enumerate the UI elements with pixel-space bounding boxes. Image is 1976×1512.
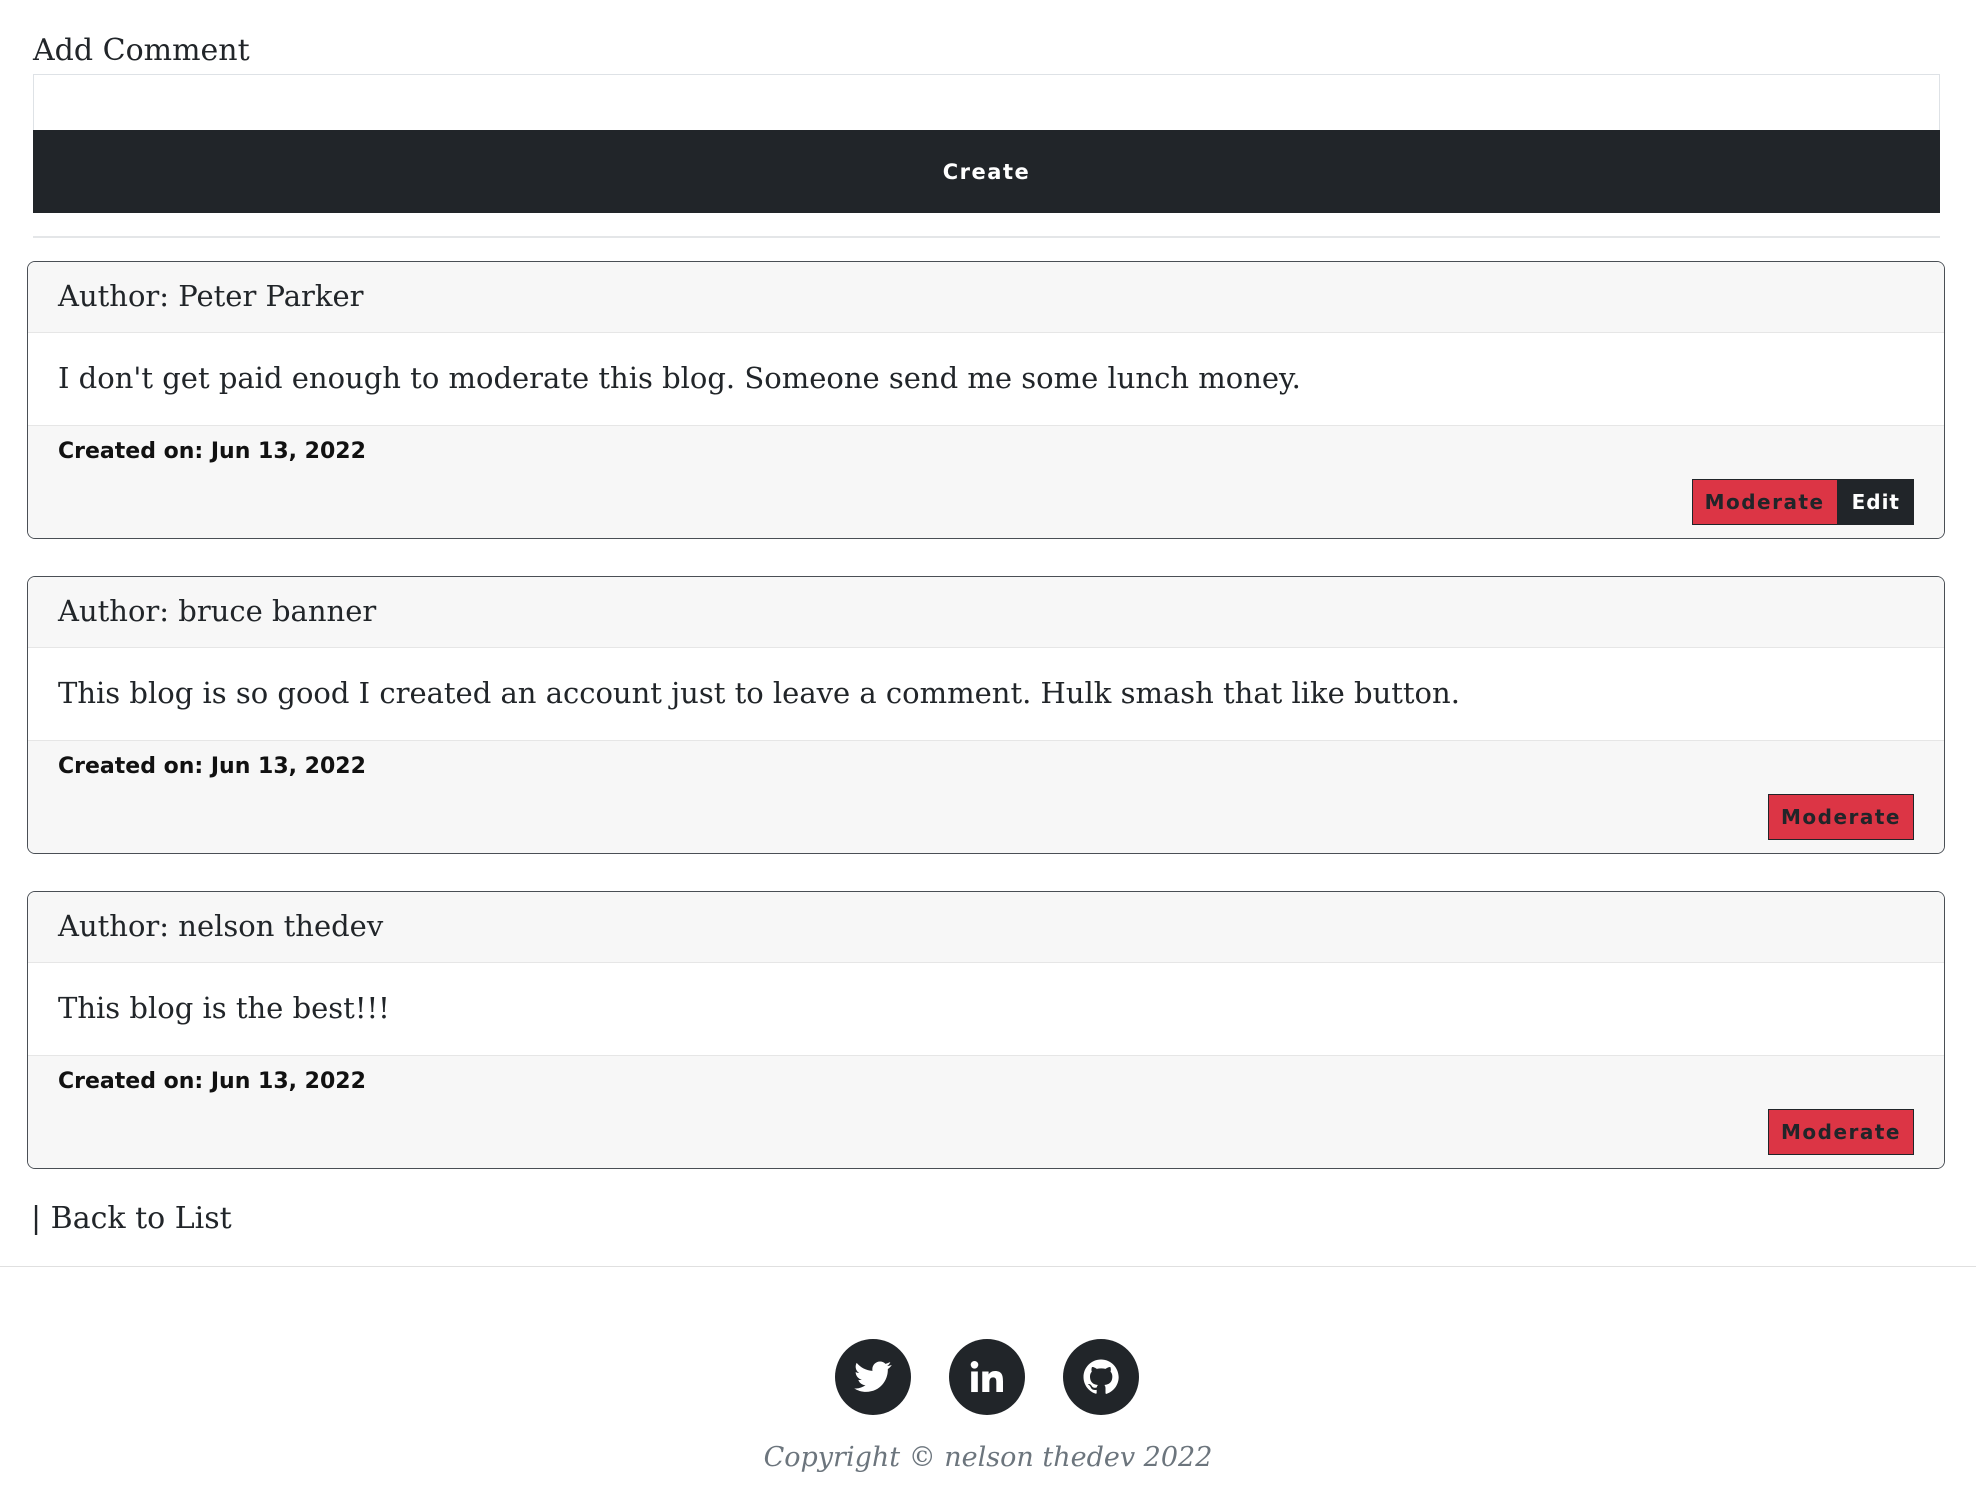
comment-header: Author: Peter Parker bbox=[28, 262, 1944, 333]
comment-created-date: Created on: Jun 13, 2022 bbox=[58, 439, 366, 464]
form-divider bbox=[33, 236, 1940, 238]
comment-created-date: Created on: Jun 13, 2022 bbox=[58, 1069, 366, 1094]
comment-actions: Moderate bbox=[1767, 794, 1914, 840]
comment-footer: Created on: Jun 13, 2022 Moderate bbox=[28, 741, 1944, 853]
linkedin-link[interactable] bbox=[949, 1339, 1025, 1415]
comment-input[interactable] bbox=[33, 74, 1940, 130]
linkedin-icon bbox=[970, 1361, 1003, 1393]
create-button[interactable]: Create bbox=[33, 130, 1940, 213]
comment-card: Author: nelson thedev This blog is the b… bbox=[27, 891, 1945, 1169]
comment-actions: Moderate bbox=[1767, 1109, 1914, 1155]
comment-text: This blog is so good I created an accoun… bbox=[58, 676, 1460, 710]
edit-button[interactable]: Edit bbox=[1837, 479, 1914, 525]
comment-actions: Moderate Edit bbox=[1691, 479, 1914, 525]
comment-card: Author: Peter Parker I don't get paid en… bbox=[27, 261, 1945, 539]
twitter-link[interactable] bbox=[835, 1339, 911, 1415]
comment-footer: Created on: Jun 13, 2022 Moderate Edit bbox=[28, 426, 1944, 538]
twitter-icon bbox=[854, 1361, 892, 1392]
moderate-button[interactable]: Moderate bbox=[1767, 794, 1914, 840]
comment-body: This blog is so good I created an accoun… bbox=[28, 648, 1944, 741]
github-link[interactable] bbox=[1063, 1339, 1139, 1415]
comment-text: This blog is the best!!! bbox=[58, 991, 390, 1025]
comment-header: Author: bruce banner bbox=[28, 577, 1944, 648]
copyright-text: Copyright © nelson thedev 2022 bbox=[763, 1442, 1213, 1473]
moderate-button[interactable]: Moderate bbox=[1691, 479, 1838, 525]
comment-body: I don't get paid enough to moderate this… bbox=[28, 333, 1944, 426]
comment-author: Author: Peter Parker bbox=[58, 279, 364, 313]
comment-body: This blog is the best!!! bbox=[28, 963, 1944, 1056]
comment-footer: Created on: Jun 13, 2022 Moderate bbox=[28, 1056, 1944, 1168]
comment-author: Author: bruce banner bbox=[58, 594, 377, 628]
comment-author: Author: nelson thedev bbox=[58, 909, 384, 943]
comment-text: I don't get paid enough to moderate this… bbox=[58, 361, 1301, 395]
back-to-list-link[interactable]: | Back to List bbox=[31, 1199, 232, 1239]
footer-divider bbox=[0, 1266, 1976, 1267]
add-comment-label: Add Comment bbox=[33, 33, 250, 68]
comment-header: Author: nelson thedev bbox=[28, 892, 1944, 963]
github-icon bbox=[1083, 1359, 1119, 1394]
comment-card: Author: bruce banner This blog is so goo… bbox=[27, 576, 1945, 854]
moderate-button[interactable]: Moderate bbox=[1767, 1109, 1914, 1155]
comment-created-date: Created on: Jun 13, 2022 bbox=[58, 754, 366, 779]
